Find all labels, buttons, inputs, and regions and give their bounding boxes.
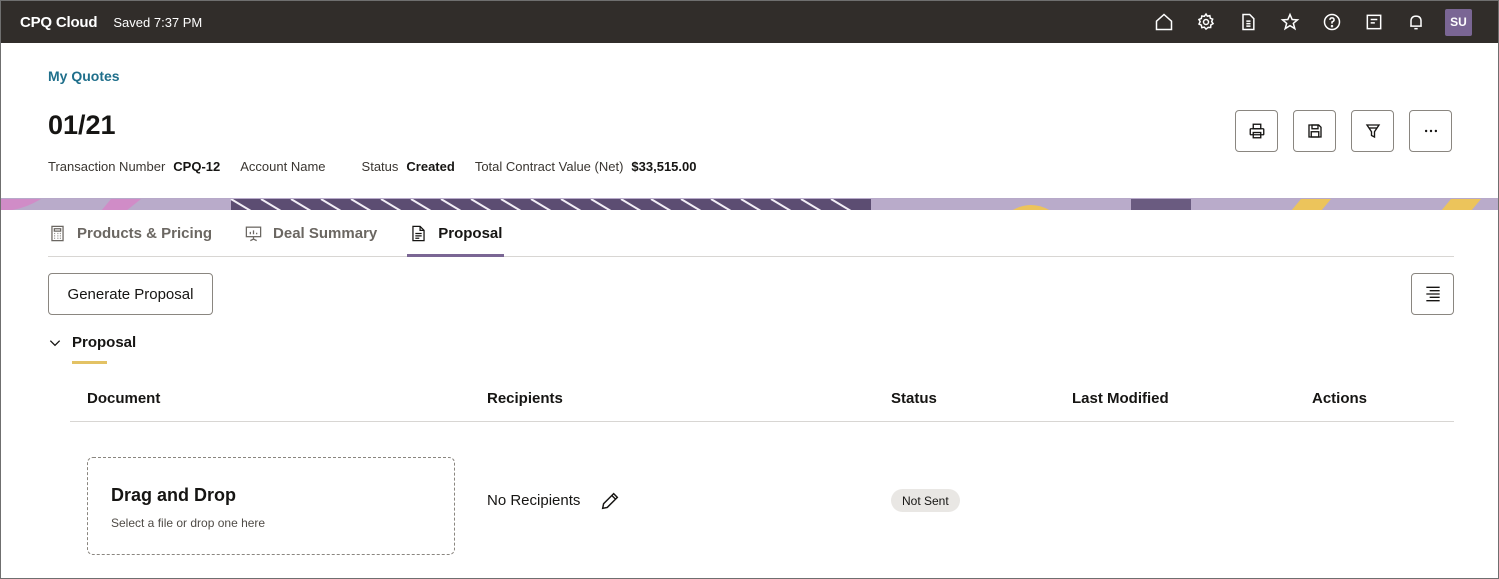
quote-tabs: Products & Pricing Deal Summary Proposal	[48, 211, 1454, 257]
dropzone-title: Drag and Drop	[111, 485, 237, 505]
favorite-icon[interactable]	[1269, 1, 1311, 43]
proposal-section-toggle[interactable]: Proposal	[48, 334, 136, 351]
tab-proposal[interactable]: Proposal	[407, 211, 505, 257]
tab-label: Deal Summary	[273, 225, 378, 242]
filter-button[interactable]	[1351, 110, 1394, 152]
chevron-down-icon	[49, 339, 61, 346]
notifications-icon[interactable]	[1395, 1, 1437, 43]
column-document: Document	[87, 390, 161, 407]
total-contract-value: $33,515.00	[631, 159, 697, 174]
more-actions-button[interactable]	[1409, 110, 1452, 152]
breadcrumb-my-quotes[interactable]: My Quotes	[48, 68, 120, 84]
list-align-icon	[1425, 286, 1440, 302]
view-options-button[interactable]	[1411, 273, 1454, 315]
proposal-table-header: Document Recipients Status Last Modified…	[70, 379, 1454, 422]
pencil-icon	[601, 492, 619, 510]
transaction-number-value: CPQ-12	[173, 159, 221, 174]
tab-label: Proposal	[438, 225, 503, 242]
dropzone-subtitle: Select a file or drop one here	[111, 516, 266, 530]
document-dropzone[interactable]: Drag and Drop Select a file or drop one …	[87, 457, 455, 555]
app-window: CPQ Cloud Saved 7:37 PM SU My Quotes 01/…	[0, 0, 1499, 579]
tab-products-pricing[interactable]: Products & Pricing	[48, 211, 212, 256]
global-actions: SU	[1143, 1, 1498, 43]
status-label: Status	[361, 159, 399, 174]
presentation-icon	[245, 226, 262, 242]
account-name-label: Account Name	[240, 159, 326, 174]
column-recipients: Recipients	[487, 390, 563, 407]
global-header: CPQ Cloud Saved 7:37 PM SU	[1, 1, 1498, 43]
section-title: Proposal	[72, 334, 137, 351]
section-underline	[72, 361, 107, 364]
settings-icon[interactable]	[1185, 1, 1227, 43]
status-value: Created	[406, 159, 455, 174]
transaction-number-label: Transaction Number	[48, 159, 166, 174]
help-icon[interactable]	[1311, 1, 1353, 43]
recipients-value: No Recipients	[487, 492, 581, 509]
filter-icon	[1365, 124, 1380, 139]
print-icon	[1249, 123, 1264, 139]
total-contract-value-label: Total Contract Value (Net)	[474, 159, 624, 174]
status-badge: Not Sent	[891, 489, 960, 512]
home-icon[interactable]	[1143, 1, 1185, 43]
saved-status: Saved 7:37 PM	[113, 14, 203, 30]
quote-meta: Transaction Number CPQ-12 Account Name S…	[48, 159, 697, 174]
report-icon[interactable]	[1227, 1, 1269, 43]
app-name[interactable]: CPQ Cloud	[20, 14, 98, 31]
generate-proposal-button[interactable]: Generate Proposal	[48, 273, 213, 315]
notes-icon[interactable]	[1353, 1, 1395, 43]
document-icon	[412, 225, 425, 242]
column-status: Status	[891, 390, 937, 407]
page-title: 01/21	[48, 110, 116, 140]
tab-deal-summary[interactable]: Deal Summary	[244, 211, 377, 256]
calculator-icon	[51, 225, 64, 242]
tab-label: Products & Pricing	[77, 225, 213, 242]
header-actions	[1220, 110, 1452, 152]
more-icon	[1424, 129, 1437, 133]
save-button[interactable]	[1293, 110, 1336, 152]
user-avatar[interactable]: SU	[1445, 8, 1472, 36]
column-actions: Actions	[1312, 390, 1368, 407]
column-last-modified: Last Modified	[1072, 390, 1169, 407]
edit-recipients-button[interactable]	[599, 490, 621, 512]
decorative-banner	[1, 198, 1498, 210]
save-icon	[1307, 124, 1322, 138]
print-button[interactable]	[1235, 110, 1278, 152]
